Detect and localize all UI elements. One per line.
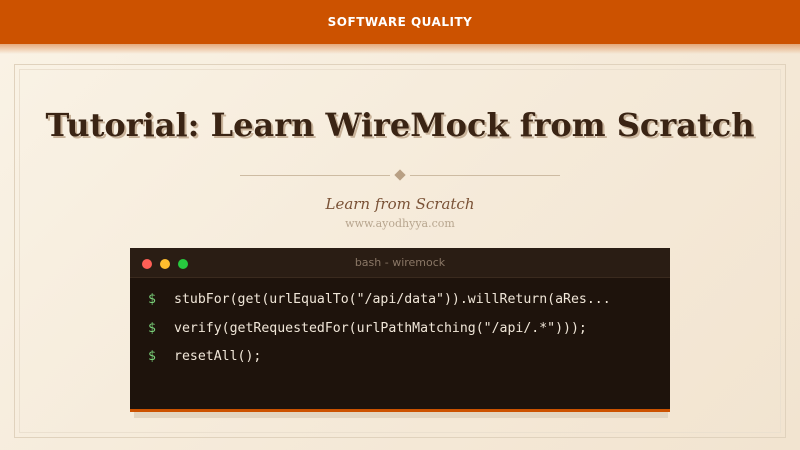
terminal-window: bash - wiremock $ stubFor(get(urlEqualTo(…	[130, 248, 670, 412]
command-text: resetAll();	[174, 349, 262, 364]
divider-right	[410, 175, 560, 176]
terminal-line: $ stubFor(get(urlEqualTo("/api/data")).wi…	[148, 292, 611, 312]
terminal-title: bash - wiremock	[354, 256, 446, 269]
page-title: Tutorial: Learn WireMock from Scratch	[45, 106, 755, 144]
category-label: SOFTWARE QUALITY	[327, 15, 473, 29]
top-banner: SOFTWARE QUALITY	[0, 0, 800, 44]
terminal-line: $ resetAll();	[148, 349, 261, 369]
prompt-symbol: $	[148, 349, 156, 364]
command-text: stubFor(get(urlEqualTo("/api/data")).wil…	[174, 292, 611, 307]
terminal-line: $ verify(getRequestedFor(urlPathMatching(…	[148, 321, 587, 341]
website-label: www.ayodhyya.com	[345, 217, 455, 230]
prompt-symbol: $	[148, 292, 156, 307]
command-text: verify(getRequestedFor(urlPathMatching("…	[174, 321, 587, 336]
prompt-symbol: $	[148, 321, 156, 336]
banner-shadow	[0, 44, 800, 54]
divider-left	[240, 175, 390, 176]
terminal-title-bar: bash - wiremock	[130, 248, 670, 278]
subtitle: Learn from Scratch	[325, 195, 475, 213]
